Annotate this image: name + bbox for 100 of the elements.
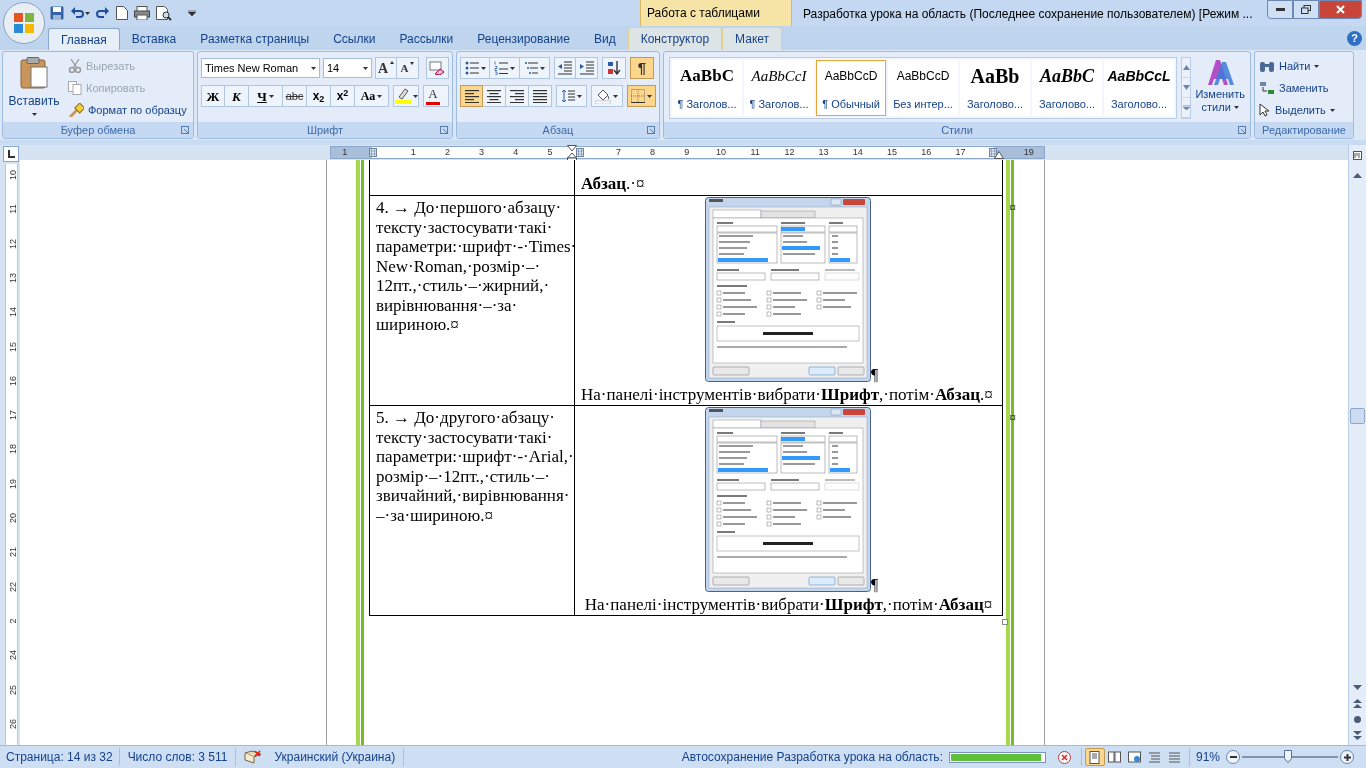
cell-text: На·панелі·інструментів·вибрати·Шрифт,·потім·Абзац¤ xyxy=(583,595,994,615)
undo-icon xyxy=(70,6,84,20)
format-button[interactable]: Ч xyxy=(249,85,283,107)
zoom-level[interactable]: 91% xyxy=(1188,748,1226,766)
sort-button[interactable] xyxy=(602,57,626,79)
indent-button[interactable] xyxy=(576,57,598,79)
ribbon-tab[interactable]: Ссылки xyxy=(321,28,388,50)
dialog-launcher-icon xyxy=(647,126,655,134)
list-button[interactable] xyxy=(460,57,490,79)
tab-selector-button[interactable] xyxy=(3,146,19,162)
help-button[interactable]: ? xyxy=(1347,31,1362,46)
ruler-number: 15 xyxy=(7,340,18,353)
clipboard-button[interactable]: Формат по образцу xyxy=(66,99,189,121)
format-button[interactable]: x$^{2}$ xyxy=(331,85,355,107)
customize-caret-icon xyxy=(188,10,196,16)
ruler-number: 7 xyxy=(614,147,622,158)
shrink-font-button[interactable]: A xyxy=(396,57,419,79)
cell-text: вирівнювання·–·за· xyxy=(376,295,519,315)
format-button[interactable]: К xyxy=(225,85,249,107)
ribbon-tab[interactable]: Конструктор xyxy=(627,28,723,50)
plus-icon xyxy=(1343,753,1351,761)
office-button[interactable] xyxy=(3,2,45,44)
line-spacing-button[interactable] xyxy=(556,85,588,107)
paintbrush-icon xyxy=(68,103,84,117)
gallery-scroll-button[interactable] xyxy=(1182,78,1191,98)
style-tile[interactable]: AaBbCcI ¶ Заголов... xyxy=(744,60,814,116)
ruler-number: 15 xyxy=(886,147,898,158)
font-size-field[interactable]: 14 xyxy=(322,58,372,78)
gallery-scroll-button[interactable] xyxy=(1182,98,1191,118)
cancel-button[interactable] xyxy=(1057,750,1071,764)
undo-button[interactable] xyxy=(70,6,90,20)
close-button[interactable] xyxy=(1319,0,1362,19)
clear-formatting-button[interactable] xyxy=(425,57,449,79)
cell-text: 5. → До·другого·абзацу· xyxy=(376,408,556,428)
align-button[interactable] xyxy=(460,85,483,107)
table-resize-handle[interactable] xyxy=(1002,619,1008,625)
grow-font-button[interactable]: A xyxy=(374,57,397,79)
cell-text: шириною.¤ xyxy=(376,315,460,335)
view-button[interactable] xyxy=(1084,748,1105,766)
ribbon-tab[interactable]: Рассылки xyxy=(387,28,466,50)
ruler-number: 14 xyxy=(851,147,864,158)
ribbon-tab[interactable]: Разметка страницы xyxy=(188,28,322,50)
font-name-field[interactable]: Times New Roman xyxy=(201,58,320,78)
ribbon-tab[interactable]: Вставка xyxy=(119,28,189,50)
list-button[interactable] xyxy=(490,57,520,79)
zoom-out-button[interactable] xyxy=(1226,750,1240,764)
list-button[interactable] xyxy=(520,57,550,79)
replace-icon xyxy=(1259,81,1275,95)
caret-icon xyxy=(412,94,418,98)
format-button[interactable]: x$_{2}$ xyxy=(307,85,331,107)
align-button[interactable] xyxy=(506,85,529,107)
gallery-scroll-button[interactable] xyxy=(1182,58,1191,78)
ribbon-tab[interactable]: Вид xyxy=(581,28,628,50)
show-marks-button[interactable]: ¶ xyxy=(630,57,654,79)
format-button[interactable]: Aa xyxy=(355,85,389,107)
align-button[interactable] xyxy=(529,85,552,107)
ruler-number: 11 xyxy=(749,147,761,158)
format-button[interactable]: abc xyxy=(283,85,307,107)
scroll-thumb[interactable] xyxy=(1350,408,1365,424)
style-tile[interactable]: AaBbCcD ¶ Обычный xyxy=(816,60,886,116)
zoom-slider[interactable] xyxy=(1242,750,1338,764)
borders-button[interactable] xyxy=(626,85,656,107)
align-button[interactable] xyxy=(483,85,506,107)
zoom-in-button[interactable] xyxy=(1340,750,1354,764)
style-tile[interactable]: AaBbCcD Без интер... xyxy=(888,60,958,116)
ruler-number: 13 xyxy=(817,147,830,158)
shading-button[interactable] xyxy=(591,85,623,107)
cancel-icon xyxy=(1057,750,1071,764)
ruler-number: 19 xyxy=(1022,147,1035,158)
editing-button[interactable]: Найти xyxy=(1259,55,1349,77)
highlight-button[interactable] xyxy=(393,85,419,107)
font-color-button[interactable]: A xyxy=(423,85,449,107)
editing-button[interactable]: Заменить xyxy=(1259,77,1349,99)
ruler-number: 16 xyxy=(920,147,933,158)
eraser-icon xyxy=(429,61,446,75)
indent-button[interactable] xyxy=(554,57,576,79)
format-button[interactable]: Ж xyxy=(201,85,225,107)
dialog-launcher-icon xyxy=(440,126,448,134)
style-tile[interactable]: AaBbC ¶ Заголов... xyxy=(672,60,742,116)
ruler-number: 10 xyxy=(715,147,727,158)
ribbon-tab[interactable]: Макет xyxy=(722,28,783,50)
ruler-number: 12 xyxy=(783,147,796,158)
editing-button[interactable]: Выделить xyxy=(1259,99,1349,121)
restore-button[interactable] xyxy=(1293,0,1319,19)
style-tile[interactable]: AaBbC Заголово... xyxy=(1032,60,1102,116)
style-tile[interactable]: AaBb Заголово... xyxy=(960,60,1030,116)
paste-button[interactable]: Вставить xyxy=(6,55,62,121)
view-web-icon xyxy=(1128,750,1142,764)
view-reading-icon xyxy=(1108,750,1122,764)
new-document-icon xyxy=(116,6,128,20)
column-marker-icon xyxy=(369,148,377,157)
minimize-button[interactable] xyxy=(1267,0,1293,19)
line-spacing-icon xyxy=(561,89,576,103)
up-caret-icon xyxy=(390,61,395,64)
style-tile[interactable]: AaBbCcL Заголово... xyxy=(1104,60,1174,116)
change-styles-button[interactable]: Изменить стили xyxy=(1195,57,1245,121)
numbering-icon xyxy=(494,61,508,75)
ribbon-tab[interactable]: Главная xyxy=(48,28,120,50)
cell-text: розмір·–·12пт.,·стиль·–· xyxy=(376,466,551,486)
ribbon-tab[interactable]: Рецензирование xyxy=(465,28,582,50)
